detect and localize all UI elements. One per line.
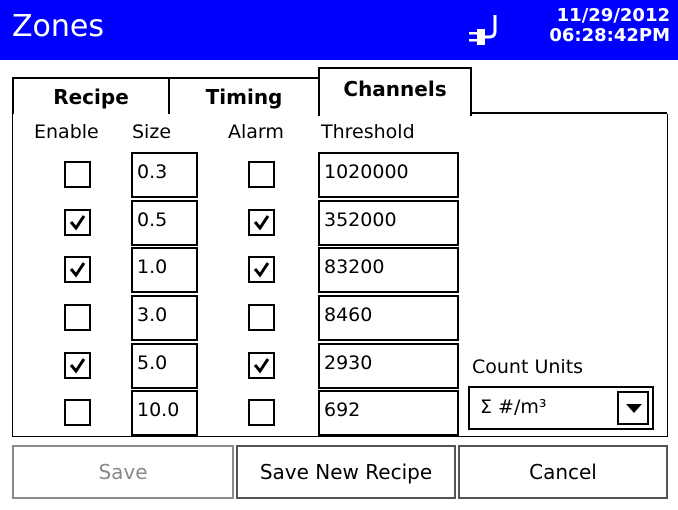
alarm-checkbox-1[interactable]	[248, 209, 275, 236]
size-field-2[interactable]: 1.0	[131, 247, 198, 293]
threshold-field-0[interactable]: 1020000	[318, 152, 459, 198]
datetime: 11/29/2012 06:28:42PM	[549, 6, 670, 46]
threshold-field-4[interactable]: 2930	[318, 343, 459, 389]
enable-checkbox-1[interactable]	[64, 209, 91, 236]
alarm-checkbox-5[interactable]	[248, 399, 275, 426]
alarm-checkbox-4[interactable]	[248, 352, 275, 379]
enable-checkbox-5[interactable]	[64, 399, 91, 426]
threshold-field-5[interactable]: 692	[318, 390, 459, 436]
threshold-field-2[interactable]: 83200	[318, 247, 459, 293]
count-units-value: Σ #/m³	[480, 396, 547, 418]
enable-header: Enable	[34, 121, 99, 143]
tab-timing[interactable]: Timing	[168, 77, 320, 114]
threshold-header: Threshold	[321, 121, 415, 143]
enable-checkbox-2[interactable]	[64, 256, 91, 283]
size-header: Size	[132, 121, 172, 143]
power-plug-icon	[469, 13, 505, 45]
tab-channels[interactable]: Channels	[318, 67, 472, 116]
count-units-select[interactable]: Σ #/m³	[468, 386, 654, 430]
enable-checkbox-4[interactable]	[64, 352, 91, 379]
checkmark-icon	[253, 262, 270, 278]
checkmark-icon	[253, 358, 270, 374]
size-field-4[interactable]: 5.0	[131, 343, 198, 389]
save-button[interactable]: Save	[12, 445, 234, 499]
size-field-1[interactable]: 0.5	[131, 200, 198, 246]
date-text: 11/29/2012	[556, 5, 670, 26]
time-text: 06:28:42PM	[549, 25, 670, 46]
alarm-header: Alarm	[228, 121, 284, 143]
enable-checkbox-3[interactable]	[64, 304, 91, 331]
size-field-0[interactable]: 0.3	[131, 152, 198, 198]
tab-recipe[interactable]: Recipe	[12, 77, 170, 114]
size-field-5[interactable]: 10.0	[131, 390, 198, 436]
count-units-label: Count Units	[472, 356, 584, 378]
checkmark-icon	[69, 358, 86, 374]
save-new-recipe-button[interactable]: Save New Recipe	[236, 445, 456, 499]
size-field-3[interactable]: 3.0	[131, 295, 198, 341]
alarm-checkbox-3[interactable]	[248, 304, 275, 331]
checkmark-icon	[69, 215, 86, 231]
checkmark-icon	[69, 262, 86, 278]
threshold-field-3[interactable]: 8460	[318, 295, 459, 341]
checkmark-icon	[253, 215, 270, 231]
threshold-field-1[interactable]: 352000	[318, 200, 459, 246]
dropdown-button[interactable]	[617, 391, 649, 425]
cancel-button[interactable]: Cancel	[458, 445, 668, 499]
enable-checkbox-0[interactable]	[64, 161, 91, 188]
window-title: Zones	[12, 9, 105, 44]
alarm-checkbox-2[interactable]	[248, 256, 275, 283]
chevron-down-icon	[626, 404, 642, 413]
title-bar: Zones 11/29/2012 06:28:42PM	[0, 0, 678, 60]
alarm-checkbox-0[interactable]	[248, 161, 275, 188]
